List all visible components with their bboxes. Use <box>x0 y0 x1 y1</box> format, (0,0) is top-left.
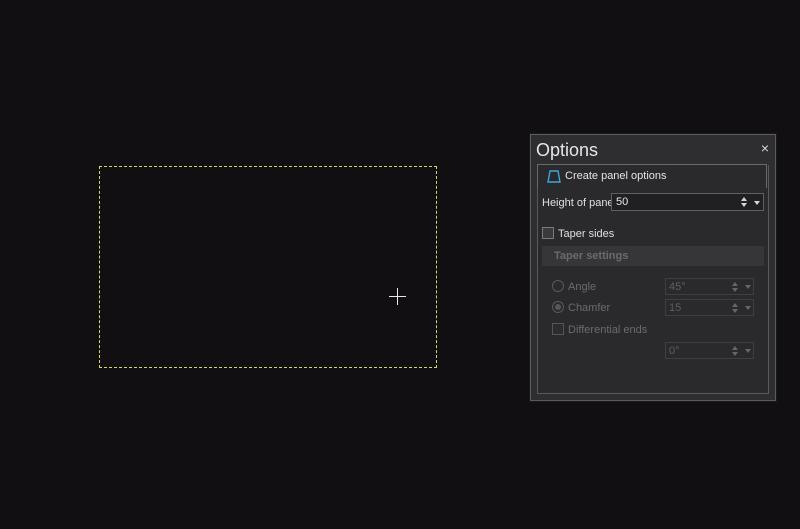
chevron-down-icon[interactable] <box>741 203 747 207</box>
taper-sides-label: Taper sides <box>558 228 615 240</box>
angle-value: 45° <box>669 281 686 293</box>
crosshair-cursor-icon <box>389 288 406 305</box>
differential-ends-stepper[interactable] <box>732 344 740 358</box>
chamfer-label: Chamfer <box>568 302 611 314</box>
chevron-down-icon[interactable] <box>732 352 738 356</box>
differential-ends-input[interactable]: 0° <box>665 342 754 359</box>
angle-radio[interactable] <box>552 280 564 292</box>
angle-dropdown-icon[interactable] <box>745 285 751 289</box>
height-dropdown-icon[interactable] <box>754 201 760 205</box>
chamfer-input[interactable]: 15 <box>665 299 754 316</box>
chevron-down-icon[interactable] <box>732 309 738 313</box>
panel-title: Options <box>536 140 599 160</box>
angle-stepper[interactable] <box>732 280 740 294</box>
chamfer-stepper[interactable] <box>732 301 740 315</box>
height-value: 50 <box>616 196 629 208</box>
chamfer-dropdown-icon[interactable] <box>745 306 751 310</box>
differential-ends-checkbox[interactable] <box>552 323 564 335</box>
chevron-up-icon[interactable] <box>732 303 738 307</box>
selection-rectangle <box>99 166 437 368</box>
angle-label: Angle <box>568 281 597 293</box>
close-icon[interactable]: × <box>761 141 769 155</box>
chevron-down-icon[interactable] <box>732 288 738 292</box>
chevron-up-icon[interactable] <box>732 282 738 286</box>
options-panel: Options × Create panel options Height of… <box>530 134 776 401</box>
taper-sides-checkbox[interactable] <box>542 227 554 239</box>
chevron-up-icon[interactable] <box>732 346 738 350</box>
tab-label: Create panel options <box>565 170 667 182</box>
differential-ends-dropdown-icon[interactable] <box>745 349 751 353</box>
height-stepper[interactable] <box>741 195 749 209</box>
chevron-up-icon[interactable] <box>741 197 747 201</box>
chamfer-radio[interactable] <box>552 301 564 313</box>
taper-settings-header[interactable]: Taper settings <box>542 246 764 266</box>
height-of-panel-label: Height of panel <box>542 197 616 209</box>
differential-ends-value: 0° <box>669 345 680 357</box>
chamfer-value: 15 <box>669 302 682 314</box>
differential-ends-label: Differential ends <box>568 324 648 336</box>
angle-input[interactable]: 45° <box>665 278 754 295</box>
trapezoid-panel-icon <box>547 170 561 183</box>
tab-create-panel-options[interactable]: Create panel options <box>537 164 767 188</box>
